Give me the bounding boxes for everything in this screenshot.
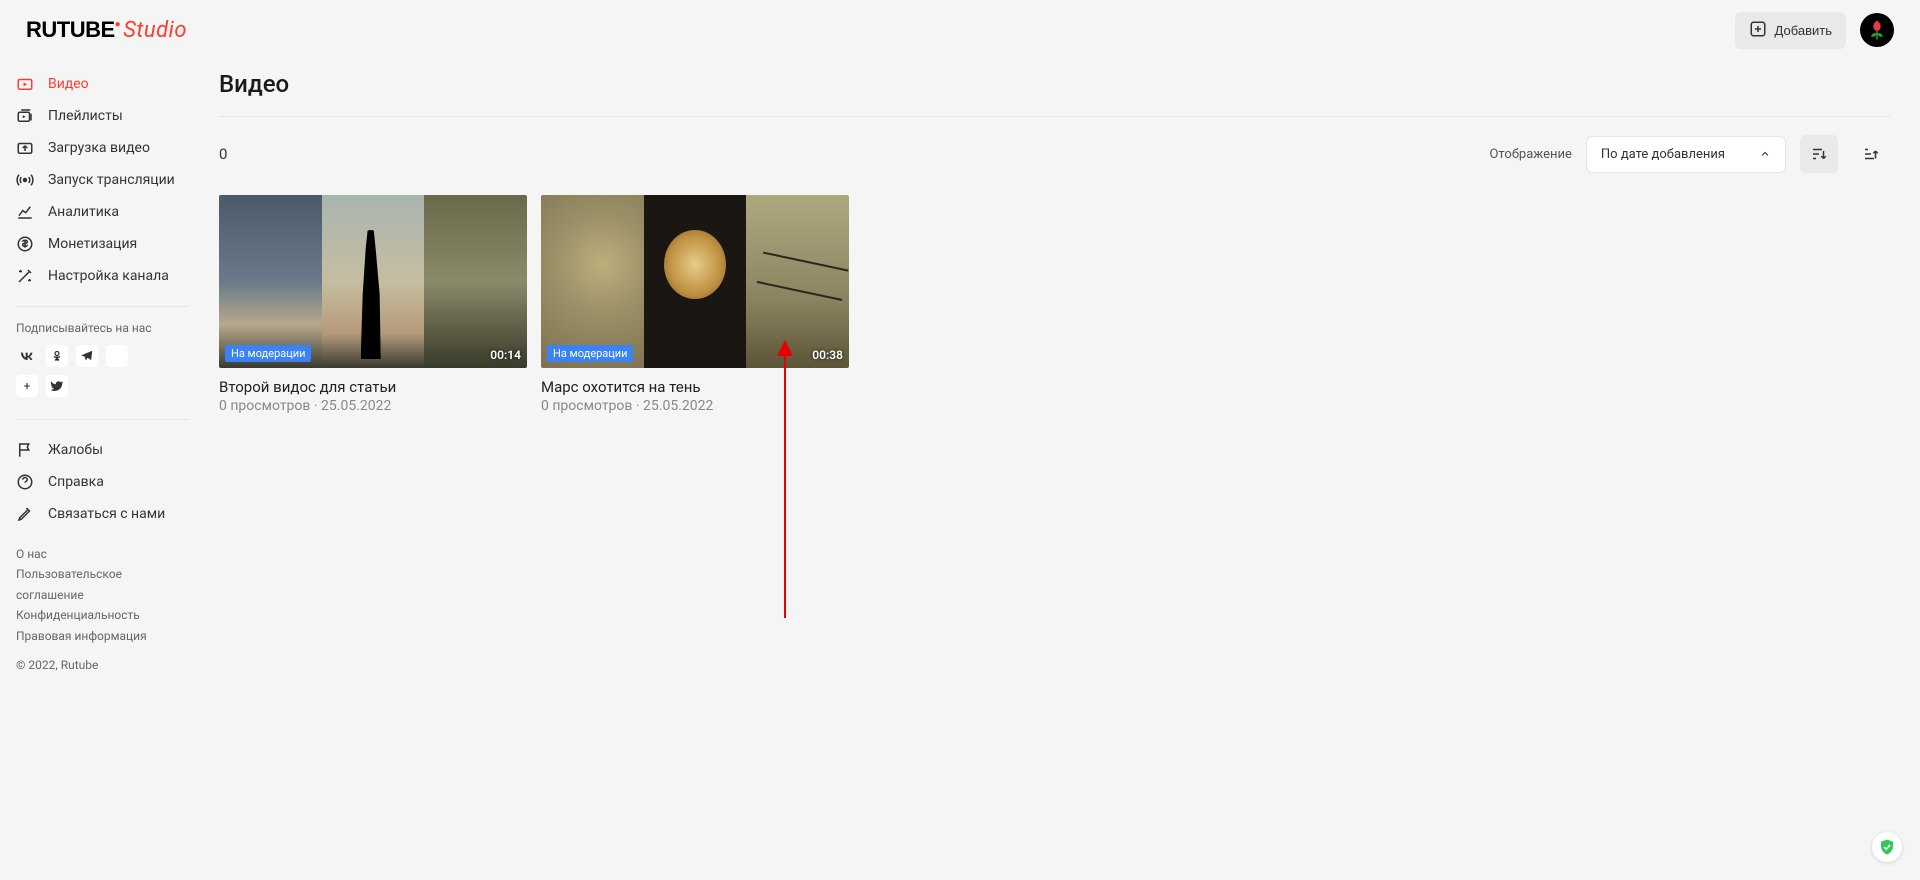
logo[interactable]: RUTUBE ● Studio <box>26 17 187 43</box>
sidebar-item-label: Аналитика <box>48 204 119 220</box>
topbar: RUTUBE ● Studio Добавить <box>0 0 1920 60</box>
add-button[interactable]: Добавить <box>1735 12 1846 49</box>
toolbar: 0 Отображение По дате добавления <box>219 117 1890 195</box>
vk-icon <box>19 348 35 364</box>
main-content: Видео 0 Отображение По дате добавления Н <box>205 60 1920 684</box>
divider <box>16 419 189 420</box>
video-date: 25.05.2022 <box>321 398 391 414</box>
meta-dot: · <box>314 398 318 414</box>
plus-icon: + <box>24 379 31 393</box>
video-title: Марс охотится на тень <box>541 378 849 396</box>
help-icon <box>16 473 34 491</box>
footer-link-legal[interactable]: Правовая информация <box>16 626 189 646</box>
sort-select-label: По дате добавления <box>1601 147 1725 162</box>
sidebar-item-settings[interactable]: Настройка канала <box>0 260 205 292</box>
sidebar-item-monetization[interactable]: Монетизация <box>0 228 205 260</box>
follow-label: Подписывайтесь на нас <box>0 321 205 345</box>
sort-select[interactable]: По дате добавления <box>1586 136 1786 173</box>
sidebar-item-label: Справка <box>48 474 104 490</box>
video-meta: 0 просмотров · 25.05.2022 <box>219 398 527 414</box>
moderation-badge: На модерации <box>225 345 311 362</box>
top-right: Добавить <box>1735 12 1894 49</box>
footer-link-privacy[interactable]: Конфиденциальность <box>16 605 189 625</box>
sidebar-item-complaints[interactable]: Жалобы <box>0 434 205 466</box>
sidebar-item-label: Загрузка видео <box>48 140 150 156</box>
video-grid: На модерации 00:14 Второй видос для стат… <box>219 195 1890 414</box>
social-blank[interactable] <box>106 345 128 367</box>
footer-link-about[interactable]: О нас <box>16 544 189 564</box>
social-twitter[interactable] <box>46 375 68 397</box>
sidebar-item-help[interactable]: Справка <box>0 466 205 498</box>
divider <box>16 306 189 307</box>
video-views: 0 просмотров <box>541 398 632 414</box>
flag-icon <box>16 441 34 459</box>
sort-desc-button[interactable] <box>1800 135 1838 173</box>
page-title: Видео <box>219 70 1890 117</box>
monetization-icon <box>16 235 34 253</box>
pen-icon <box>16 505 34 523</box>
broadcast-icon <box>16 171 34 189</box>
video-duration: 00:38 <box>812 348 843 362</box>
analytics-icon <box>16 203 34 221</box>
playlist-icon <box>16 107 34 125</box>
sidebar-item-contact[interactable]: Связаться с нами <box>0 498 205 530</box>
sidebar-item-label: Плейлисты <box>48 108 123 124</box>
video-duration: 00:14 <box>490 348 521 362</box>
add-button-label: Добавить <box>1775 23 1832 38</box>
video-thumbnail: На модерации 00:38 <box>541 195 849 368</box>
copyright: © 2022, Rutube <box>0 646 205 684</box>
logo-studio: Studio <box>123 18 187 43</box>
sidebar-item-video[interactable]: Видео <box>0 68 205 100</box>
sidebar-item-upload[interactable]: Загрузка видео <box>0 132 205 164</box>
display-label: Отображение <box>1489 147 1571 162</box>
logo-rutube: RUTUBE <box>26 17 115 43</box>
sort-desc-icon <box>1810 145 1828 163</box>
shield-check-icon <box>1878 838 1896 856</box>
security-badge-button[interactable] <box>1872 832 1902 862</box>
footer-link-terms[interactable]: Пользовательское соглашение <box>16 564 189 605</box>
ok-icon <box>51 350 63 362</box>
twitter-icon <box>50 379 64 393</box>
social-row-2: + <box>0 375 205 405</box>
sidebar-item-label: Монетизация <box>48 236 137 252</box>
social-row <box>0 345 205 375</box>
video-count: 0 <box>219 145 227 163</box>
social-plus[interactable]: + <box>16 375 38 397</box>
video-date: 25.05.2022 <box>643 398 713 414</box>
footer-links: О нас Пользовательское соглашение Конфид… <box>0 544 205 646</box>
video-views: 0 просмотров <box>219 398 310 414</box>
social-vk[interactable] <box>16 345 38 367</box>
meta-dot: · <box>636 398 640 414</box>
chevron-up-icon <box>1759 148 1771 160</box>
telegram-icon <box>80 349 94 363</box>
sidebar-item-stream[interactable]: Запуск трансляции <box>0 164 205 196</box>
video-card[interactable]: На модерации 00:14 Второй видос для стат… <box>219 195 527 414</box>
sidebar-item-label: Связаться с нами <box>48 506 165 522</box>
plus-square-icon <box>1749 20 1767 41</box>
sort-asc-icon <box>1862 145 1880 163</box>
upload-icon <box>16 139 34 157</box>
social-telegram[interactable] <box>76 345 98 367</box>
social-ok[interactable] <box>46 345 68 367</box>
video-card[interactable]: На модерации 00:38 Марс охотится на тень… <box>541 195 849 414</box>
video-meta: 0 просмотров · 25.05.2022 <box>541 398 849 414</box>
sidebar-item-label: Настройка канала <box>48 268 169 284</box>
tulip-icon <box>1866 19 1888 41</box>
sidebar: Видео Плейлисты Загрузка видео Запуск тр… <box>0 60 205 684</box>
moderation-badge: На модерации <box>547 345 633 362</box>
avatar[interactable] <box>1860 13 1894 47</box>
sidebar-item-label: Запуск трансляции <box>48 172 175 188</box>
sidebar-item-playlists[interactable]: Плейлисты <box>0 100 205 132</box>
sidebar-item-label: Жалобы <box>48 442 103 458</box>
wand-icon <box>16 267 34 285</box>
logo-dot: ● <box>115 19 122 30</box>
sidebar-item-analytics[interactable]: Аналитика <box>0 196 205 228</box>
video-icon <box>16 75 34 93</box>
sort-asc-button[interactable] <box>1852 135 1890 173</box>
video-title: Второй видос для статьи <box>219 378 527 396</box>
video-thumbnail: На модерации 00:14 <box>219 195 527 368</box>
sidebar-item-label: Видео <box>48 76 89 92</box>
